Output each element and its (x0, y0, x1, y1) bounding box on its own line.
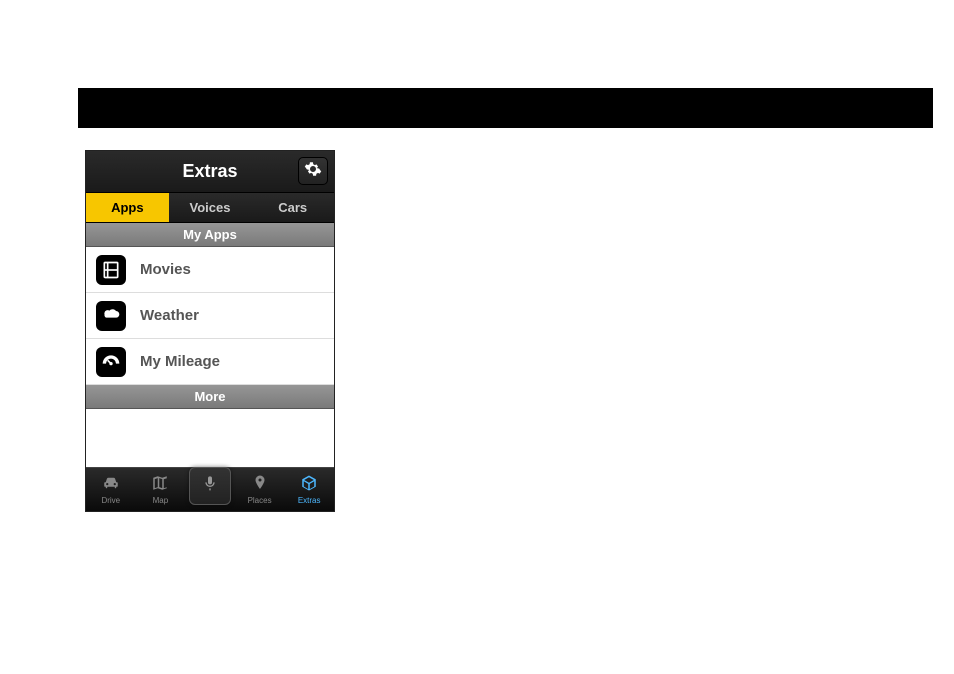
phone-screen: Extras Apps Voices Cars My Apps Movies W… (85, 150, 335, 512)
film-icon (96, 255, 126, 285)
more-button[interactable]: More (86, 385, 334, 409)
pin-icon (250, 474, 270, 494)
list-item-movies[interactable]: Movies (86, 247, 334, 293)
tab-cars[interactable]: Cars (251, 193, 334, 222)
weather-icon (96, 301, 126, 331)
tab-bar: Apps Voices Cars (86, 193, 334, 223)
app-label: Movies (140, 261, 191, 278)
decorative-bar (78, 88, 933, 128)
header: Extras (86, 151, 334, 193)
nav-mic-button[interactable] (185, 468, 235, 511)
map-icon (150, 474, 170, 494)
bottom-nav: Drive Map Places Extras (86, 467, 334, 511)
nav-label: Map (153, 496, 169, 505)
tab-voices[interactable]: Voices (169, 193, 252, 222)
app-label: My Mileage (140, 353, 220, 370)
tab-label: Cars (278, 200, 307, 215)
more-label: More (194, 389, 225, 404)
section-title: My Apps (183, 227, 237, 242)
nav-label: Extras (298, 496, 321, 505)
nav-label: Drive (101, 496, 120, 505)
mic-inner (189, 467, 231, 505)
list-item-weather[interactable]: Weather (86, 293, 334, 339)
nav-drive[interactable]: Drive (86, 468, 136, 511)
tab-apps[interactable]: Apps (86, 193, 169, 222)
app-label: Weather (140, 307, 199, 324)
nav-places[interactable]: Places (235, 468, 285, 511)
section-header-my-apps: My Apps (86, 223, 334, 247)
cube-icon (299, 474, 319, 494)
mic-icon (202, 473, 218, 498)
car-icon (101, 474, 121, 494)
apps-list: Movies Weather My Mileage (86, 247, 334, 385)
nav-extras[interactable]: Extras (284, 468, 334, 511)
gauge-icon (96, 347, 126, 377)
settings-button[interactable] (298, 157, 328, 185)
page-title: Extras (182, 161, 237, 182)
tab-label: Voices (190, 200, 231, 215)
list-item-mileage[interactable]: My Mileage (86, 339, 334, 385)
tab-label: Apps (111, 200, 144, 215)
nav-map[interactable]: Map (136, 468, 186, 511)
blank-area (86, 409, 334, 467)
gear-icon (304, 160, 322, 183)
nav-label: Places (248, 496, 272, 505)
